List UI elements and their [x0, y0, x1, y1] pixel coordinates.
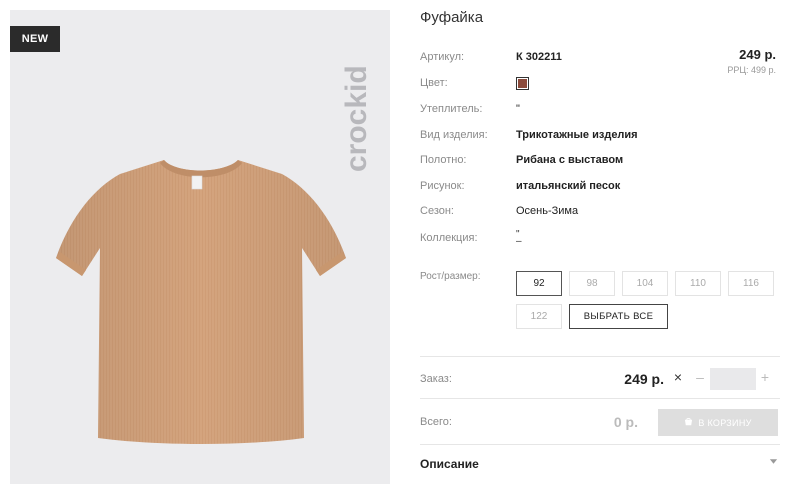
description-toggle[interactable]: Описание — [420, 457, 479, 471]
attr-collection: Коллекция: " – — [420, 229, 522, 247]
size-option-116[interactable]: 116 — [728, 271, 774, 296]
price-block: 249 р. РРЦ: 499 р. — [727, 47, 776, 75]
product-gallery[interactable]: NEW crockid — [10, 10, 390, 484]
attr-season: Сезон: Осень-Зима — [420, 202, 578, 220]
attr-value: Рибана с выставом — [516, 154, 624, 166]
attr-label: Рисунок: — [420, 180, 465, 192]
tshirt-photo — [56, 160, 346, 444]
attr-insulation: Утеплитель: " — [420, 100, 520, 118]
qty-increase-button[interactable]: + — [758, 369, 772, 385]
add-to-cart-label: В КОРЗИНУ — [698, 417, 752, 428]
attr-product-type: Вид изделия: Трикотажные изделия — [420, 126, 638, 144]
attr-fabric: Полотно: Рибана с выставом — [420, 151, 623, 169]
total-value: 0 р. — [613, 414, 638, 430]
total-label: Всего: — [420, 416, 452, 428]
attr-value: " – — [516, 230, 522, 247]
divider — [420, 398, 780, 399]
chevron-down-icon[interactable] — [769, 458, 778, 466]
attr-label: Утеплитель: — [420, 103, 483, 115]
cart-icon — [685, 418, 693, 426]
color-swatch[interactable] — [516, 76, 529, 90]
product-info: Фуфайка 249 р. РРЦ: 499 р. Артикул: К 30… — [420, 0, 780, 484]
size-option-110[interactable]: 110 — [675, 271, 721, 296]
size-option-98[interactable]: 98 — [569, 271, 615, 296]
divider — [420, 444, 780, 445]
recommended-price: РРЦ: 499 р. — [727, 65, 776, 75]
attr-value: К 302211 — [516, 51, 562, 63]
quantity-input[interactable] — [710, 368, 756, 390]
select-all-sizes-button[interactable]: ВЫБРАТЬ ВСЕ — [569, 304, 668, 329]
size-option-104[interactable]: 104 — [622, 271, 668, 296]
attr-color: Цвет: — [420, 74, 529, 92]
attr-value-line: – — [516, 236, 522, 247]
order-price: 249 р. — [624, 371, 664, 387]
product-price: 249 р. — [739, 47, 776, 62]
attr-value: итальянский песок — [516, 180, 621, 192]
add-to-cart-button[interactable]: В КОРЗИНУ — [658, 409, 778, 436]
size-option-122[interactable]: 122 — [516, 304, 562, 329]
attr-label: Коллекция: — [420, 232, 478, 244]
product-title: Фуфайка — [420, 9, 484, 26]
attr-label: Вид изделия: — [420, 129, 488, 141]
attr-value: Осень-Зима — [516, 205, 579, 217]
multiply-icon: × — [673, 369, 682, 385]
attr-label: Цвет: — [420, 77, 448, 89]
attr-label: Полотно: — [420, 154, 467, 166]
attr-article: Артикул: К 302211 — [420, 48, 562, 66]
attr-label: Сезон: — [420, 205, 454, 217]
size-option-92[interactable]: 92 — [516, 271, 562, 296]
sizes-label: Рост/размер: — [420, 271, 481, 282]
attr-value: Трикотажные изделия — [516, 129, 638, 141]
attr-value: " — [516, 103, 520, 115]
attr-label: Артикул: — [420, 51, 465, 63]
divider — [420, 356, 780, 357]
qty-decrease-button[interactable]: – — [693, 369, 707, 385]
order-label: Заказ: — [420, 373, 452, 385]
attr-pattern: Рисунок: итальянский песок — [420, 177, 620, 195]
new-badge: NEW — [10, 26, 60, 52]
